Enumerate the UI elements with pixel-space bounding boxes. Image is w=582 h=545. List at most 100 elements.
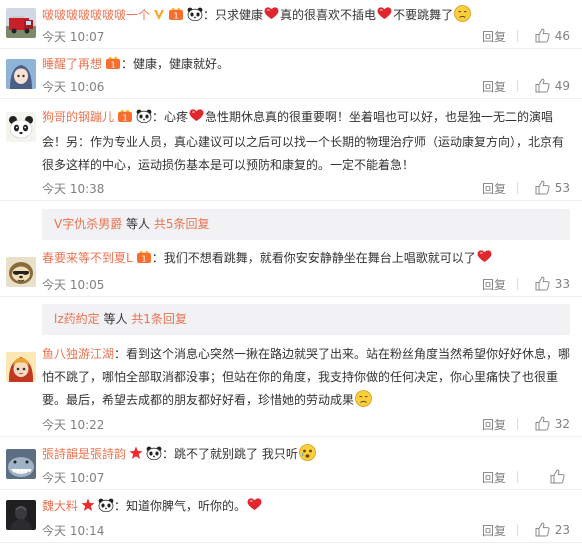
comment-meta: 今天 10:14 回复 23 [42, 522, 570, 538]
thumbs-up-icon [550, 469, 570, 484]
reply-button[interactable]: 回复 [482, 276, 506, 293]
timestamp: 今天 10:05 [42, 278, 105, 292]
reply-button[interactable]: 回复 [482, 416, 506, 433]
sub-reply-count-link[interactable]: 共1条回复 [131, 312, 187, 326]
user-avatar[interactable] [6, 8, 36, 38]
comment-body-part: 知道你脾气，听你的。 [126, 499, 247, 513]
username-link[interactable]: 張詩韻是張詩韵 [42, 447, 126, 461]
like-button[interactable]: 49 [522, 78, 570, 93]
comment-meta: 今天 10:38 回复 53 [42, 180, 570, 196]
comment-body-part: 看到这个消息心突然一揪在路边就哭了出来。站在粉丝角度当然希望你好好休 [126, 347, 535, 361]
comment-text: 魏大料 ：知道你脾气，听你的。 [42, 495, 572, 520]
name-colon: ： [162, 447, 175, 461]
thumbs-up-icon [535, 416, 555, 431]
timestamp: 今天 10:06 [42, 80, 105, 94]
timestamp: 今天 10:07 [42, 30, 105, 44]
sub-reply-label: 等人 [99, 312, 132, 326]
thumbs-up-icon [535, 276, 555, 291]
sad-face-emoji [454, 5, 471, 30]
comment-text: 狗哥的钢蹦儿 1 ：心疼 急性期休息真的很重要啊！坐着唱也可以好，也是独一无二的演唱会… [42, 106, 572, 177]
username-link[interactable]: 魏大料 [42, 499, 78, 513]
panda-emoji-icon [136, 108, 152, 131]
meta-divider [517, 524, 518, 536]
username-link[interactable]: 春要来等不到夏L [42, 251, 133, 265]
like-button[interactable] [522, 469, 570, 484]
name-colon: ： [203, 8, 216, 22]
thumbs-up-icon [535, 28, 555, 43]
timestamp: 今天 10:38 [42, 182, 105, 196]
red-star-icon [129, 445, 143, 468]
reply-button[interactable]: 回复 [482, 78, 506, 95]
heart-emoji [377, 5, 392, 28]
user-avatar[interactable] [6, 352, 36, 382]
comment-divider [0, 489, 582, 490]
crying-face-emoji [298, 444, 316, 469]
sub-reply-label: 等人 [122, 217, 154, 231]
comment-body-part: 跳不了就别跳了 我只听 [174, 447, 298, 461]
username-link[interactable]: 狗哥的钢蹦儿 [42, 110, 114, 124]
timestamp: 今天 10:14 [42, 524, 105, 538]
comment-text: 張詩韻是張詩韵 ：跳不了就别跳了 我只听 [42, 443, 572, 469]
reply-button[interactable]: 回复 [482, 469, 506, 486]
user-avatar[interactable] [6, 257, 36, 287]
user-avatar[interactable] [6, 112, 36, 142]
sub-reply-user-link[interactable]: lz药約定 [54, 312, 100, 326]
svg-text:1: 1 [141, 255, 146, 264]
comment-meta: 今天 10:05 回复 33 [42, 276, 570, 292]
member-crown-icon: 1 [168, 6, 184, 29]
comment-text: 春要来等不到夏L 1 ：我们不想看跳舞，就看你安安静静坐在舞台上唱歌就可以了 [42, 247, 572, 272]
user-avatar[interactable] [6, 449, 36, 479]
reply-button[interactable]: 回复 [482, 28, 506, 45]
user-avatar[interactable] [6, 59, 36, 89]
comment-meta: 今天 10:07 回复 46 [42, 28, 570, 44]
name-colon: ： [151, 251, 164, 265]
sub-replies-summary[interactable]: lz药約定 等人 共1条回复 [42, 304, 570, 335]
svg-text:1: 1 [173, 12, 178, 21]
comment-body-part: 真的很喜欢不插电 [280, 8, 377, 22]
name-colon: ： [152, 110, 165, 124]
reply-button[interactable]: 回复 [482, 522, 506, 539]
v-verified-icon [153, 6, 165, 29]
sub-replies-summary[interactable]: V字仇杀男爵 等人 共5条回复 [42, 209, 570, 240]
username-link[interactable]: 啵啵啵啵啵啵啵一个 [42, 8, 150, 22]
like-button[interactable]: 32 [522, 416, 570, 431]
sub-reply-count-link[interactable]: 共5条回复 [154, 217, 210, 231]
meta-divider [517, 80, 518, 92]
comment-text: 睡醒了再想 1 ：健康，健康就好。 [42, 53, 572, 78]
comment-body-part: 健康，健康就好。 [133, 57, 230, 71]
comment-body-part: 急性期休息真的很重要啊！坐着唱也可以好，也是独一无二的演唱 [205, 110, 554, 124]
meta-divider [517, 278, 518, 290]
comment-divider [0, 98, 582, 99]
heart-emoji [247, 496, 262, 519]
comment-body-part: 我们不想看跳舞，就看你安安静静坐在舞台上唱歌就可以了 [163, 251, 476, 265]
comment-body-part: 心疼 [164, 110, 189, 124]
comment-divider [0, 542, 582, 543]
red-star-icon [81, 497, 95, 520]
sub-reply-user-link[interactable]: V字仇杀男爵 [54, 217, 122, 231]
like-count: 23 [554, 523, 570, 537]
like-count: 53 [554, 181, 570, 195]
meta-divider [517, 182, 518, 194]
like-count: 33 [554, 277, 570, 291]
meta-divider [517, 471, 518, 483]
panda-emoji-icon [187, 6, 203, 29]
svg-text:1: 1 [122, 114, 127, 123]
username-link[interactable]: 睡醒了再想 [42, 57, 102, 71]
name-colon: ： [114, 347, 127, 361]
meta-divider [517, 418, 518, 430]
user-avatar[interactable] [6, 500, 36, 530]
like-button[interactable]: 46 [522, 28, 570, 43]
like-button[interactable]: 33 [522, 276, 570, 291]
like-button[interactable]: 53 [522, 180, 570, 195]
comment-text: 啵啵啵啵啵啵啵一个 1 ：只求健康 真的很喜欢不插电 不要跳舞了 [42, 4, 572, 30]
timestamp: 今天 10:07 [42, 471, 105, 485]
svg-text:1: 1 [110, 61, 115, 70]
username-link[interactable]: 鱼八独游江湖 [42, 347, 114, 361]
name-colon: ： [121, 57, 134, 71]
member-crown-icon: 1 [136, 249, 152, 272]
like-button[interactable]: 23 [522, 522, 570, 537]
comment-body-part: 会！另：作为专业人员，真心建议可以之后可以找一个长期的物理治疗师（运动康复方向）… [42, 135, 565, 149]
thumbs-up-icon [535, 78, 555, 93]
reply-button[interactable]: 回复 [482, 180, 506, 197]
panda-emoji-icon [98, 497, 114, 520]
